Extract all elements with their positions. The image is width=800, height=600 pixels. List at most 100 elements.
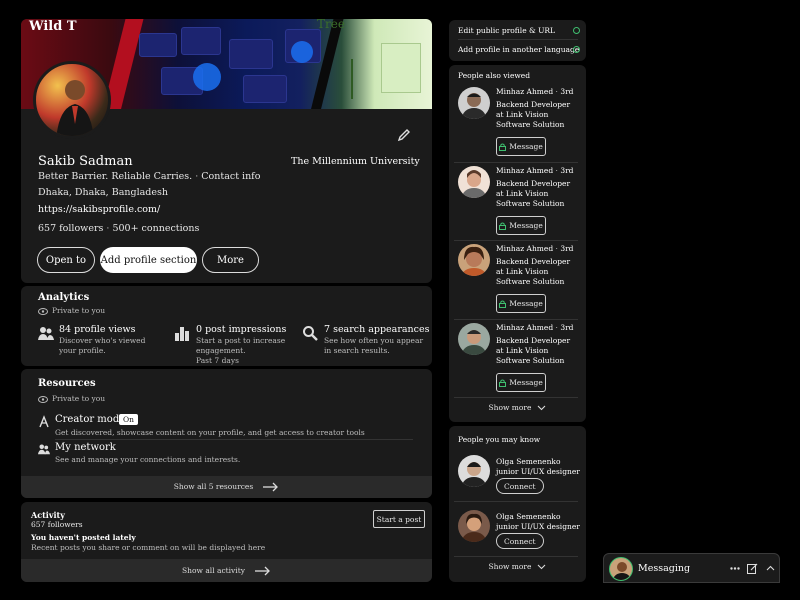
activity-followers[interactable]: 657 followers — [31, 520, 83, 530]
divider — [454, 556, 578, 557]
person-name[interactable]: Minhaz Ahmed — [496, 166, 553, 175]
messaging-label: Messaging — [638, 563, 691, 574]
divider — [454, 162, 578, 163]
person-name[interactable]: Olga Semenenko — [496, 512, 561, 522]
divider — [454, 319, 578, 320]
add-language-profile-link[interactable]: Add profile in another language — [458, 45, 579, 55]
activity-title: Activity — [31, 510, 65, 520]
people-you-may-know-card: People you may know Olga Semenenko junio… — [449, 426, 586, 582]
post-impressions-title: 0 post impressions — [196, 324, 287, 335]
search-icon — [302, 325, 318, 341]
followers-count[interactable]: 657 followers — [38, 223, 103, 234]
person-headline: Backend Developer at Link Vision Softwar… — [496, 336, 571, 365]
profile-views-desc: Discover who's viewed your profile. — [59, 336, 146, 355]
banner-text: Wild T — [29, 19, 77, 34]
avatar[interactable] — [458, 323, 490, 355]
profile-website[interactable]: https://sakibsprofile.com/ — [38, 204, 160, 215]
show-all-activity-label: Show all activity — [182, 565, 245, 575]
edit-public-profile-link[interactable]: Edit public profile & URL — [458, 26, 555, 36]
edit-profile-icon[interactable] — [397, 128, 411, 142]
people-icon — [38, 325, 54, 341]
profile-location: Dhaka, Dhaka, Bangladesh — [38, 187, 168, 198]
contact-info-link[interactable]: Contact info — [201, 171, 260, 182]
bar-chart-icon — [174, 325, 190, 341]
divider — [454, 501, 578, 502]
connection-degree: 3rd — [560, 87, 574, 96]
chevron-down-icon — [537, 564, 546, 570]
banner-text-tree: Tree — [317, 19, 345, 31]
connection-degree: 3rd — [560, 244, 574, 253]
connections-count[interactable]: 500+ connections — [112, 223, 199, 234]
person-headline: Backend Developer at Link Vision Softwar… — [496, 257, 571, 286]
lock-icon — [499, 143, 507, 151]
lock-icon — [499, 379, 507, 387]
creator-mode-desc: Get discovered, showcase content on your… — [55, 428, 365, 437]
search-appearances-title: 7 search appearances — [324, 324, 430, 335]
person-name[interactable]: Minhaz Ahmed — [496, 244, 553, 253]
more-options-icon[interactable] — [730, 567, 740, 570]
my-network-desc: See and manage your connections and inte… — [55, 455, 241, 464]
my-network-title: My network — [55, 442, 116, 453]
message-button[interactable]: Message — [496, 137, 546, 156]
divider — [458, 39, 578, 40]
connect-button[interactable]: Connect — [496, 478, 544, 494]
avatar[interactable] — [458, 455, 490, 487]
show-more-button[interactable]: Show more — [449, 562, 586, 572]
message-button[interactable]: Message — [496, 294, 546, 313]
eye-icon — [38, 307, 48, 315]
person-headline: junior UI/UX designer — [496, 522, 580, 531]
chevron-down-icon — [537, 405, 546, 411]
message-label: Message — [509, 221, 543, 230]
show-more-label: Show more — [488, 562, 532, 571]
resources-card: Resources Private to you Creator mode On… — [21, 369, 432, 498]
profile-settings-card: Edit public profile & URL Add profile in… — [449, 20, 586, 61]
help-icon[interactable] — [573, 27, 580, 34]
lock-icon — [499, 300, 507, 308]
person-headline: junior UI/UX designer — [496, 467, 580, 476]
person-name[interactable]: Minhaz Ahmed — [496, 87, 553, 96]
message-label: Message — [509, 299, 543, 308]
eye-icon — [38, 395, 48, 403]
avatar[interactable] — [458, 87, 490, 119]
message-button[interactable]: Message — [496, 373, 546, 392]
add-profile-section-button[interactable]: Add profile section — [100, 247, 197, 273]
activity-empty-desc: Recent posts you share or comment on wil… — [31, 543, 266, 552]
messaging-bar[interactable]: Messaging — [603, 553, 780, 583]
message-button[interactable]: Message — [496, 216, 546, 235]
messaging-avatar[interactable] — [609, 557, 633, 581]
activity-empty-title: You haven't posted lately — [31, 533, 136, 542]
person-headline: Backend Developer at Link Vision Softwar… — [496, 100, 571, 129]
message-label: Message — [509, 142, 543, 151]
show-all-activity-button[interactable]: Show all activity — [21, 559, 432, 582]
avatar[interactable] — [458, 166, 490, 198]
start-post-button[interactable]: Start a post — [373, 510, 425, 528]
show-all-resources-button[interactable]: Show all 5 resources — [21, 476, 432, 498]
person-name[interactable]: Olga Semenenko — [496, 457, 561, 467]
help-icon[interactable] — [573, 46, 580, 53]
connect-button[interactable]: Connect — [496, 533, 544, 549]
connection-degree: 3rd — [560, 166, 574, 175]
analytics-title: Analytics — [38, 292, 90, 303]
connection-degree: 3rd — [560, 323, 574, 332]
divider — [454, 397, 578, 398]
people-you-may-know-title: People you may know — [458, 435, 541, 444]
profile-education[interactable]: The Millennium University — [291, 156, 420, 167]
show-more-button[interactable]: Show more — [449, 403, 586, 413]
more-button[interactable]: More — [202, 247, 259, 273]
activity-card: Activity 657 followers Start a post You … — [21, 502, 432, 582]
analytics-privacy: Private to you — [52, 306, 106, 315]
person-name[interactable]: Minhaz Ahmed — [496, 323, 553, 332]
chevron-up-icon[interactable] — [766, 565, 775, 571]
avatar[interactable] — [458, 510, 490, 542]
compose-icon[interactable] — [747, 563, 758, 574]
creator-mode-title: Creator mode — [55, 414, 126, 425]
people-also-viewed-card: People also viewed Minhaz Ahmed · 3rd Ba… — [449, 65, 586, 422]
profile-avatar[interactable] — [33, 61, 111, 139]
profile-views-title: 84 profile views — [59, 324, 136, 335]
profile-name: Sakib Sadman — [38, 154, 133, 169]
arrow-right-icon — [263, 482, 279, 492]
open-to-button[interactable]: Open to — [37, 247, 95, 273]
profile-headline: Better Barrier. Reliable Carries. — [38, 171, 193, 182]
avatar[interactable] — [458, 244, 490, 276]
search-appearances-desc: See how often you appear in search resul… — [324, 336, 424, 355]
